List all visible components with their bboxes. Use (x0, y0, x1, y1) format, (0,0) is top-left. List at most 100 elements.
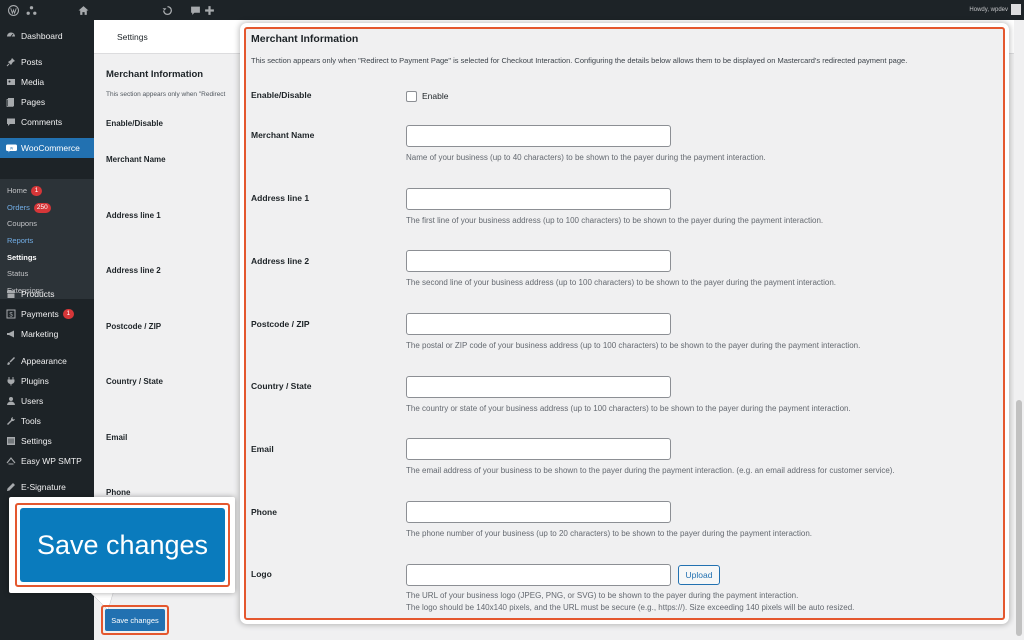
section-description: This section appears only when "Redirect (106, 91, 226, 98)
sidebar-item-label: Plugins (21, 376, 49, 386)
country-state-help: The country or state of your business ad… (406, 404, 851, 413)
phone-input[interactable] (406, 501, 671, 523)
comment-icon (5, 116, 17, 128)
sidebar-item-e-signature[interactable]: E-Signature (0, 477, 94, 497)
sidebar-item-label: Media (21, 77, 45, 87)
user-icon (5, 395, 17, 407)
postcode-zip-help: The postal or ZIP code of your business … (406, 341, 861, 350)
wordpress-logo-icon[interactable] (4, 0, 22, 20)
sidebar-item-label: E-Signature (21, 482, 66, 492)
sidebar-item-label: Tools (21, 416, 41, 426)
howdy-user-text[interactable]: Howdy, wpdev (969, 0, 1008, 20)
mail-icon (5, 455, 17, 467)
sidebar-item-easy-wp-smtp[interactable]: Easy WP SMTP (0, 451, 94, 471)
submenu-item-orders[interactable]: Orders 250 (7, 201, 51, 215)
save-changes-zoomed-button[interactable]: Save changes (20, 508, 225, 582)
postcode-zip-label: Postcode / ZIP (251, 319, 310, 329)
sidebar-item-marketing[interactable]: Marketing (0, 324, 94, 344)
admin-bar: Howdy, wpdev (0, 0, 1024, 20)
section-description: This section appears only when "Redirect… (251, 56, 908, 65)
notification-badge: 1 (62, 309, 74, 319)
megaphone-icon (5, 328, 17, 340)
avatar[interactable] (1011, 4, 1021, 15)
media-icon (5, 76, 17, 88)
save-changes-callout: Save changes (9, 497, 235, 593)
address-line-1-help: The first line of your business address … (406, 216, 824, 225)
submenu-item-status[interactable]: Status (7, 267, 28, 281)
section-heading: Merchant Information (106, 69, 204, 80)
submenu-item-home[interactable]: Home 1 (7, 184, 43, 198)
sidebar-item-settings[interactable]: Settings (0, 431, 94, 451)
sidebar-item-label: Users (21, 396, 44, 406)
enable-checkbox-label[interactable]: Enable (422, 91, 448, 101)
postcode-zip-input[interactable] (406, 313, 671, 335)
sidebar-item-products[interactable]: Products (0, 284, 94, 304)
dashboard-icon (5, 30, 17, 42)
notification-badge: 1 (31, 186, 43, 196)
page-title: Settings (117, 32, 148, 42)
field-label: Phone (106, 488, 131, 497)
sidebar-item-label: Posts (21, 57, 43, 67)
field-label: Merchant Name (106, 155, 166, 164)
pin-icon (5, 56, 17, 68)
sidebar-item-woocommerce[interactable]: W WooCommerce (0, 138, 94, 158)
address-line-1-label: Address line 1 (251, 193, 310, 203)
updates-icon[interactable] (158, 0, 176, 20)
sidebar-item-comments[interactable]: Comments (0, 112, 94, 132)
sidebar-item-users[interactable]: Users (0, 391, 94, 411)
field-label: Enable/Disable (106, 119, 163, 128)
sliders-icon (5, 435, 17, 447)
submenu-item-label: Reports (7, 236, 34, 245)
pen-icon (5, 481, 17, 493)
plug-icon (5, 375, 17, 387)
sidebar-item-media[interactable]: Media (0, 72, 94, 92)
field-label: Address line 2 (106, 266, 161, 275)
sidebar-item-label: Appearance (21, 356, 67, 366)
page-icon (5, 96, 17, 108)
submenu-item-reports[interactable]: Reports (7, 234, 33, 248)
address-line-1-input[interactable] (406, 188, 671, 210)
submenu-item-label: Orders (7, 203, 30, 212)
enable-disable-label: Enable/Disable (251, 90, 312, 100)
sidebar-item-posts[interactable]: Posts (0, 52, 94, 72)
sidebar-item-payments[interactable]: $ Payments 1 (0, 304, 94, 324)
network-sites-icon[interactable] (22, 0, 40, 20)
sidebar-item-dashboard[interactable]: Dashboard (0, 26, 94, 46)
upload-button[interactable]: Upload (678, 565, 720, 585)
sidebar-item-label: Payments (21, 309, 59, 319)
email-help: The email address of your business to be… (406, 466, 895, 475)
new-content-plus-icon[interactable] (200, 0, 218, 20)
home-icon[interactable] (74, 0, 92, 20)
enable-checkbox[interactable] (406, 91, 417, 102)
dollar-icon: $ (5, 308, 17, 320)
page-scrollbar[interactable] (1014, 20, 1024, 640)
submenu-item-label: Coupons (7, 219, 38, 228)
callout-highlight: Save changes (15, 503, 230, 587)
sidebar-item-label: Dashboard (21, 31, 63, 41)
submenu-item-coupons[interactable]: Coupons (7, 217, 37, 231)
save-changes-button[interactable]: Save changes (105, 609, 165, 631)
sidebar-item-plugins[interactable]: Plugins (0, 371, 94, 391)
merchant-name-label: Merchant Name (251, 130, 315, 140)
address-line-2-label: Address line 2 (251, 256, 310, 266)
submenu-item-settings[interactable]: Settings (7, 251, 37, 265)
field-label: Address line 1 (106, 211, 161, 220)
wrench-icon (5, 415, 17, 427)
save-button-highlight: Save changes (101, 605, 169, 635)
logo-url-input[interactable] (406, 564, 671, 586)
sidebar-item-label: Marketing (21, 329, 59, 339)
phone-help: The phone number of your business (up to… (406, 529, 813, 538)
archive-icon (5, 288, 17, 300)
sidebar-item-appearance[interactable]: Appearance (0, 351, 94, 371)
brush-icon (5, 355, 17, 367)
merchant-name-input[interactable] (406, 125, 671, 147)
sidebar-item-label: Comments (21, 117, 63, 127)
scrollbar-thumb[interactable] (1016, 400, 1022, 636)
email-input[interactable] (406, 438, 671, 460)
logo-help-1: The URL of your business logo (JPEG, PNG… (406, 591, 799, 600)
sidebar-item-tools[interactable]: Tools (0, 411, 94, 431)
phone-label: Phone (251, 507, 277, 517)
country-state-input[interactable] (406, 376, 671, 398)
address-line-2-input[interactable] (406, 250, 671, 272)
sidebar-item-pages[interactable]: Pages (0, 92, 94, 112)
